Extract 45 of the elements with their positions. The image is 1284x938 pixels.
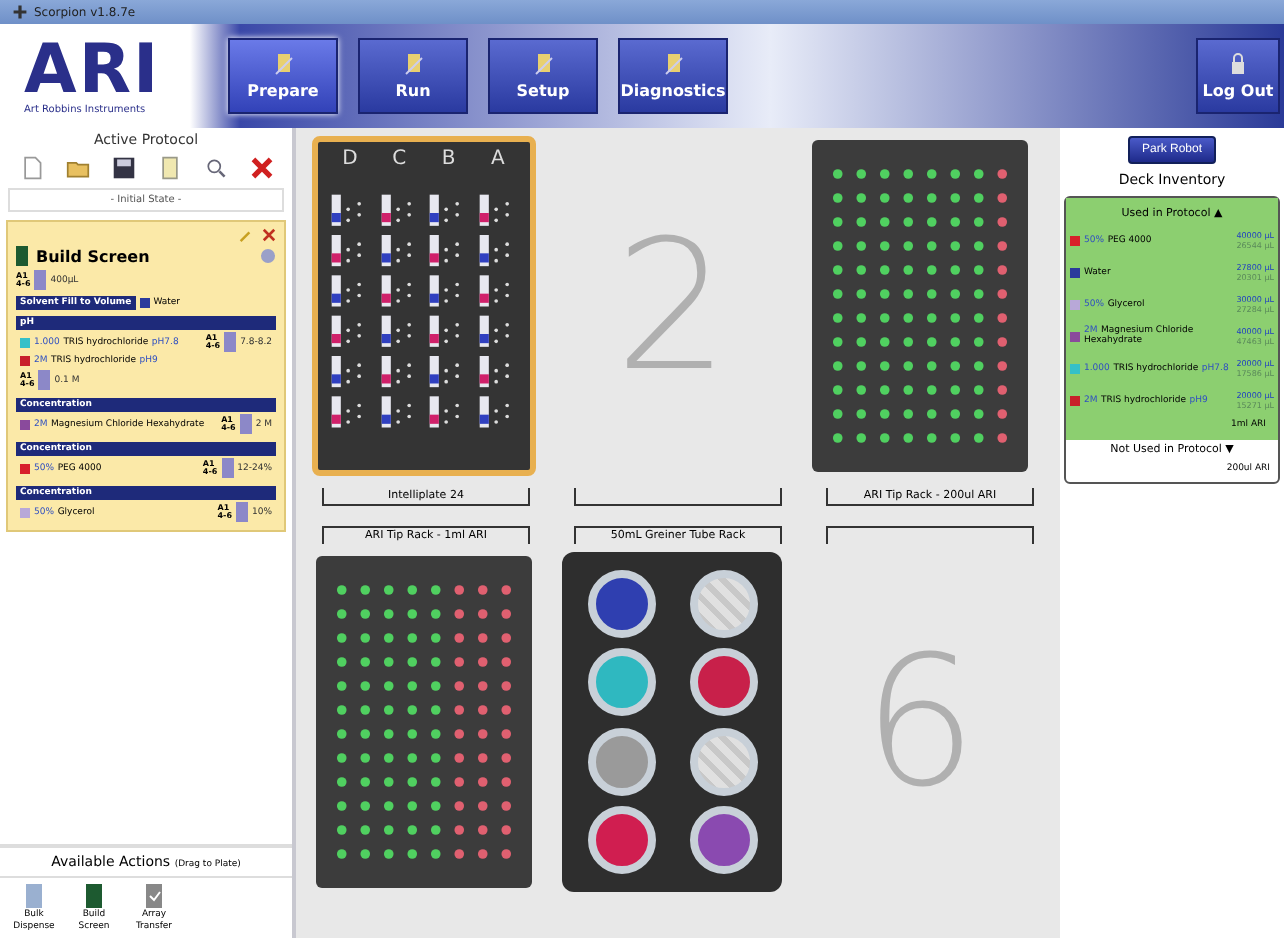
column-label: C <box>392 148 407 172</box>
document-icon <box>661 52 685 76</box>
tube[interactable] <box>587 806 655 875</box>
column-label: A <box>491 148 505 172</box>
column-label: D <box>342 148 358 172</box>
plate-icon <box>86 884 102 908</box>
column-label: B <box>441 148 456 172</box>
tube-rack[interactable] <box>562 552 782 892</box>
slot-number: 6 <box>862 617 978 827</box>
step-title: Build Screen <box>36 247 152 265</box>
plate-icon <box>146 884 162 908</box>
plate-icon <box>239 414 252 434</box>
slot-number: 2 <box>614 201 730 411</box>
tube[interactable] <box>689 727 757 796</box>
document-icon <box>531 52 555 76</box>
tube[interactable] <box>689 569 757 638</box>
tip-rack[interactable] <box>812 140 1028 472</box>
tip-rack[interactable] <box>316 556 532 888</box>
app-icon <box>12 4 28 20</box>
plate-icon <box>224 332 237 352</box>
nav-tab[interactable]: Run <box>358 38 468 114</box>
plate[interactable]: D C B A <box>312 136 536 476</box>
delete-icon[interactable] <box>249 156 273 180</box>
plate-icon <box>26 884 42 908</box>
document-icon <box>401 52 425 76</box>
search-icon[interactable] <box>203 156 227 180</box>
document-icon[interactable] <box>157 156 181 180</box>
close-icon[interactable] <box>262 228 276 242</box>
document-icon <box>271 52 295 76</box>
lock-icon <box>1226 52 1250 76</box>
tube[interactable] <box>587 569 655 638</box>
tube[interactable] <box>689 648 757 717</box>
new-document-icon[interactable] <box>19 156 43 180</box>
tube[interactable] <box>587 648 655 717</box>
save-icon[interactable] <box>111 156 135 180</box>
nav-tab[interactable]: Diagnostics <box>618 38 728 114</box>
plate-icon <box>235 502 248 522</box>
logout-button[interactable]: Log Out <box>1196 38 1280 114</box>
plate-icon <box>221 458 234 478</box>
nav-tab[interactable]: Prepare <box>228 38 338 114</box>
folder-icon[interactable] <box>65 156 89 180</box>
nav-tab[interactable]: Setup <box>488 38 598 114</box>
plate-icon <box>38 370 51 390</box>
tube[interactable] <box>587 727 655 796</box>
tube[interactable] <box>689 806 757 875</box>
